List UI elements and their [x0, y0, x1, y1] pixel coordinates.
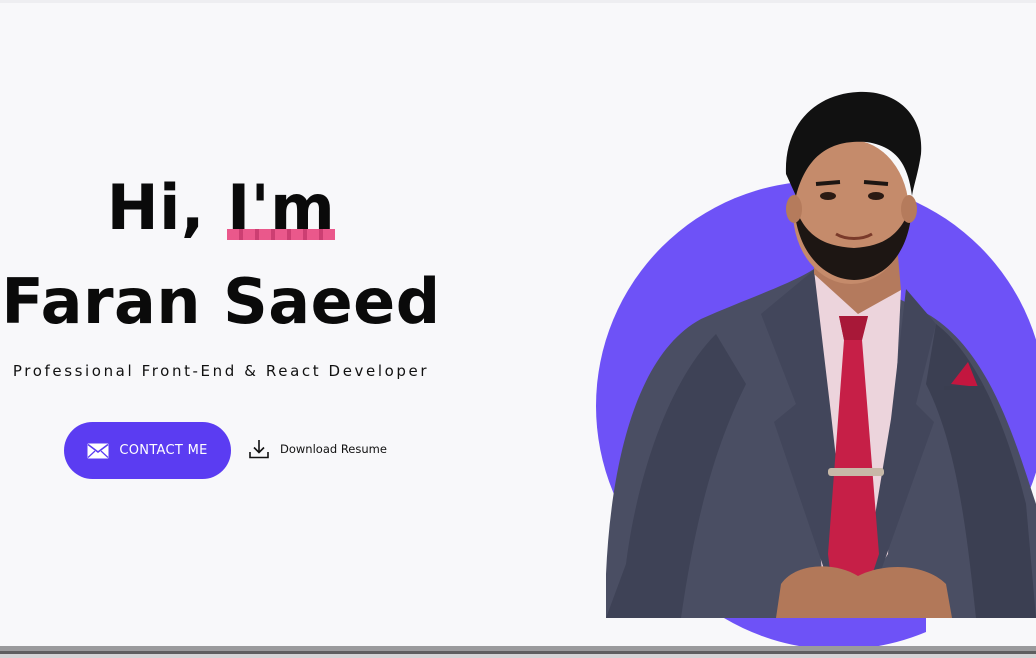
- name-heading: Faran Saeed: [1, 265, 441, 338]
- download-resume-link[interactable]: Download Resume: [247, 436, 387, 462]
- contact-me-label: CONTACT ME: [119, 443, 208, 458]
- hero-section: Hi, I'm Faran Saeed Professional Front-E…: [0, 0, 1036, 646]
- subtitle: Professional Front-End & React Developer: [12, 362, 430, 380]
- greeting-highlight-text: I'm: [227, 171, 336, 244]
- contact-me-button[interactable]: CONTACT ME: [64, 422, 231, 479]
- download-icon: [249, 440, 269, 459]
- bottom-scroll-bar: [0, 646, 1036, 658]
- envelope-icon: [87, 443, 109, 458]
- greeting-highlight: I'm: [227, 168, 336, 248]
- download-resume-label: Download Resume: [280, 442, 387, 456]
- profile-photo: [596, 91, 1036, 646]
- greeting-heading: Hi, I'm: [0, 168, 442, 248]
- greeting-prefix: Hi,: [106, 171, 205, 244]
